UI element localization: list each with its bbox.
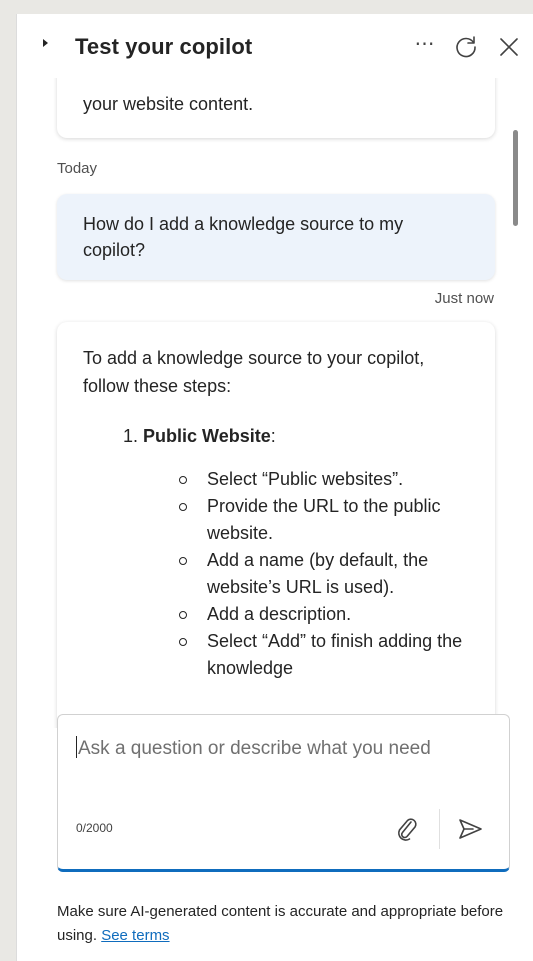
substep-text: Provide the URL to the public website. — [207, 496, 441, 543]
previous-message-text: your website content. — [83, 94, 254, 114]
text-cursor — [76, 736, 77, 758]
previous-bot-message: your website content. — [57, 78, 495, 138]
bot-message-bubble: To add a knowledge source to your copilo… — [57, 322, 495, 728]
character-counter: 0/2000 — [76, 821, 113, 835]
chat-input-placeholder: Ask a question or describe what you need — [78, 738, 431, 759]
collapse-caret-icon[interactable] — [43, 39, 48, 47]
day-separator-label: Today — [57, 160, 98, 177]
refresh-icon[interactable] — [453, 34, 479, 60]
user-message-text: How do I add a knowledge source to my co… — [83, 214, 404, 260]
panel-header: Test your copilot ⋯ — [17, 14, 533, 78]
list-item: Select “Add” to finish adding the knowle… — [179, 628, 479, 682]
circle-bullet-icon — [179, 503, 187, 511]
see-terms-link[interactable]: See terms — [101, 927, 169, 944]
circle-bullet-icon — [179, 557, 187, 565]
send-icon[interactable] — [456, 817, 484, 841]
close-icon[interactable] — [497, 35, 521, 59]
composer-divider — [439, 809, 440, 849]
circle-bullet-icon — [179, 638, 187, 646]
ai-disclaimer: Make sure AI-generated content is accura… — [57, 900, 507, 948]
message-composer[interactable]: Ask a question or describe what you need… — [57, 714, 510, 872]
list-item: Add a description. — [179, 601, 479, 628]
substep-list: Select “Public websites”. Provide the UR… — [179, 466, 479, 682]
more-options-icon[interactable]: ⋯ — [409, 34, 441, 62]
panel-title: Test your copilot — [75, 34, 253, 59]
substep-text: Add a name (by default, the website’s UR… — [207, 550, 429, 597]
message-timestamp: Just now — [434, 290, 494, 307]
user-message-bubble: How do I add a knowledge source to my co… — [57, 194, 495, 280]
bot-intro-text: To add a knowledge source to your copilo… — [83, 348, 425, 396]
chat-transcript: your website content. Today How do I add… — [17, 78, 533, 728]
circle-bullet-icon — [179, 476, 187, 484]
step-heading: 1. Public Website: — [123, 422, 276, 450]
substep-text: Select “Public websites”. — [207, 469, 404, 489]
paperclip-icon[interactable] — [394, 815, 420, 843]
step-number: 1. — [123, 426, 139, 446]
chat-scrollbar[interactable] — [511, 116, 521, 706]
step-suffix: : — [270, 426, 276, 446]
substep-text: Select “Add” to finish adding the knowle… — [207, 631, 463, 678]
list-item: Add a name (by default, the website’s UR… — [179, 547, 479, 601]
substep-text: Add a description. — [207, 604, 352, 624]
test-copilot-panel: Test your copilot ⋯ your website content… — [16, 14, 533, 961]
list-item: Provide the URL to the public website. — [179, 493, 479, 547]
step-title: Public Website — [143, 426, 271, 446]
chat-input[interactable]: Ask a question or describe what you need — [76, 733, 476, 765]
circle-bullet-icon — [179, 611, 187, 619]
list-item: Select “Public websites”. — [179, 466, 479, 493]
scrollbar-thumb[interactable] — [513, 130, 518, 226]
